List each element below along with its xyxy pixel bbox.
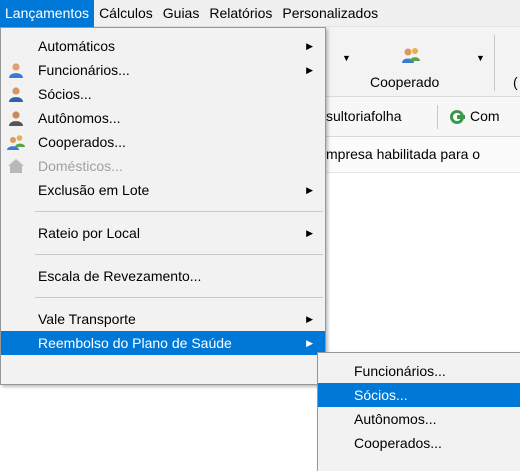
- menu-bar: Lançamentos Cálculos Guias Relatórios Pe…: [0, 0, 520, 27]
- menu-item-label: Sócios...: [38, 86, 92, 102]
- menu-item-funcionarios[interactable]: Funcionários... ▶: [1, 58, 325, 82]
- submenu-arrow-icon: ▶: [306, 65, 313, 75]
- menu-item-label: Autônomos...: [38, 110, 121, 126]
- menu-item-rateio-por-local[interactable]: Rateio por Local ▶: [1, 221, 325, 245]
- submenu-item-label: Autônomos...: [354, 411, 437, 427]
- menu-lancamentos[interactable]: Lançamentos: [0, 0, 95, 27]
- menu-item-autonomos[interactable]: Autônomos...: [1, 106, 325, 130]
- submenu-item-socios[interactable]: Sócios...: [318, 383, 520, 407]
- menu-item-automaticos[interactable]: Automáticos ▶: [1, 34, 325, 58]
- group-icon: [7, 135, 25, 150]
- menu-item-cooperados[interactable]: Cooperados...: [1, 130, 325, 154]
- company-link[interactable]: Com: [470, 108, 500, 124]
- cooperado-button[interactable]: Cooperado: [370, 74, 439, 90]
- toolbar-separator: [494, 35, 495, 91]
- info-text: mpresa habilitada para o: [326, 146, 481, 162]
- partner-icon: [9, 87, 23, 102]
- submenu-arrow-icon: ▶: [306, 185, 313, 195]
- menu-guias[interactable]: Guias: [158, 0, 205, 27]
- submenu-arrow-icon: ▶: [306, 314, 313, 324]
- menu-item-domesticos: Domésticos...: [1, 154, 325, 178]
- freelancer-icon: [9, 111, 23, 126]
- submenu-arrow-icon: ▶: [306, 338, 313, 348]
- menu-item-escala-de-revezamento[interactable]: Escala de Revezamento...: [1, 264, 325, 288]
- submenu-item-cooperados[interactable]: Cooperados...: [318, 431, 520, 455]
- submenu-item-autonomos[interactable]: Autônomos...: [318, 407, 520, 431]
- menu-item-label: Funcionários...: [38, 62, 130, 78]
- cooperado-icon[interactable]: [400, 46, 422, 66]
- dropdown-arrow-icon[interactable]: ▼: [476, 53, 485, 63]
- menu-item-label: Exclusão em Lote: [38, 182, 150, 198]
- menu-relatorios[interactable]: Relatórios: [204, 0, 277, 27]
- menu-item-label: Domésticos...: [38, 158, 123, 174]
- strip-separator: [437, 105, 438, 129]
- lancamentos-menu: Automáticos ▶ Funcionários... ▶ Sócios..…: [0, 27, 326, 385]
- menu-item-label: Automáticos: [38, 38, 116, 54]
- menu-item-label: Rateio por Local: [38, 225, 140, 241]
- dropdown-arrow-icon[interactable]: ▼: [342, 53, 351, 63]
- menu-divider: [35, 297, 323, 298]
- menu-calculos[interactable]: Cálculos: [94, 0, 158, 27]
- menu-divider: [35, 211, 323, 212]
- submenu-item-label: Sócios...: [354, 387, 408, 403]
- menu-item-label: Vale Transporte: [38, 311, 136, 327]
- company-logo-icon: [450, 110, 465, 124]
- submenu-arrow-icon: ▶: [306, 41, 313, 51]
- menu-divider: [35, 254, 323, 255]
- menu-item-reembolso-plano-de-saude[interactable]: Reembolso do Plano de Saúde ▶: [1, 331, 325, 355]
- submenu-item-label: Cooperados...: [354, 435, 442, 451]
- submenu-item-funcionarios[interactable]: Funcionários...: [318, 359, 520, 383]
- reembolso-submenu: Funcionários... Sócios... Autônomos... C…: [317, 352, 520, 471]
- menu-item-exclusao-em-lote[interactable]: Exclusão em Lote ▶: [1, 178, 325, 202]
- toolbar-partial-label: (: [513, 74, 518, 90]
- house-icon: [8, 159, 24, 173]
- menu-item-socios[interactable]: Sócios...: [1, 82, 325, 106]
- submenu-arrow-icon: ▶: [306, 228, 313, 238]
- submenu-item-label: Funcionários...: [354, 363, 446, 379]
- consultoria-link[interactable]: sultoriafolha: [326, 108, 402, 124]
- menu-item-label: Cooperados...: [38, 134, 126, 150]
- menu-item-vale-transporte[interactable]: Vale Transporte ▶: [1, 307, 325, 331]
- person-icon: [9, 63, 23, 78]
- menu-item-label: Reembolso do Plano de Saúde: [38, 335, 232, 351]
- menu-item-label: Escala de Revezamento...: [38, 268, 202, 284]
- menu-personalizados[interactable]: Personalizados: [277, 0, 383, 27]
